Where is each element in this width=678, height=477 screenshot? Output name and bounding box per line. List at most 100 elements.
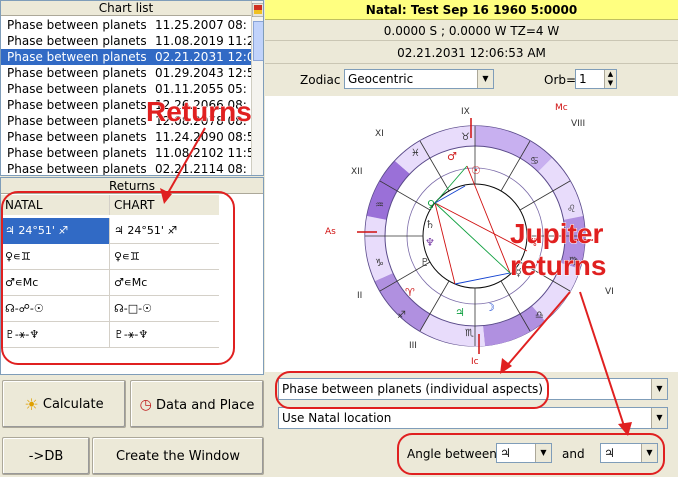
data-and-place-button[interactable]: ◷ Data and Place bbox=[130, 380, 264, 428]
column-chart: CHART bbox=[110, 195, 219, 215]
list-item-name: Phase between planets bbox=[7, 130, 147, 144]
chart-cell[interactable]: ♀∊♊ bbox=[110, 244, 219, 270]
house-label-ii: II bbox=[357, 291, 362, 301]
list-item-date: 11.08.2019 11:2 bbox=[155, 34, 251, 48]
planet-two-select[interactable]: ♃ ▼ bbox=[600, 443, 658, 463]
svg-text:♏: ♏ bbox=[465, 328, 474, 339]
table-row[interactable]: ♀∊♊ ♀∊♊ bbox=[1, 244, 219, 270]
svg-text:♑: ♑ bbox=[375, 258, 384, 269]
list-item-date: 02.21.2114 08: bbox=[155, 162, 247, 176]
mars-glyph: ♂ bbox=[447, 150, 457, 163]
list-item[interactable]: Phase between planets 11.08.2102 11:5 bbox=[1, 145, 251, 161]
table-row[interactable]: ☊-☍-☉ ☊-□-☉ bbox=[1, 296, 219, 322]
list-item[interactable]: Phase between planets 01.11.2055 05: bbox=[1, 81, 251, 97]
planet-two-value: ♃ bbox=[604, 446, 615, 460]
natal-cell[interactable]: ♀∊♊ bbox=[1, 244, 110, 270]
list-item[interactable]: Phase between planets 11.25.2007 08: bbox=[1, 17, 251, 33]
to-db-button[interactable]: ->DB bbox=[2, 437, 90, 475]
phase-select-value: Phase between planets (individual aspect… bbox=[282, 382, 543, 396]
create-window-button[interactable]: Create the Window bbox=[92, 437, 264, 475]
list-item-name: Phase between planets bbox=[7, 146, 147, 160]
list-item-name: Phase between planets bbox=[7, 98, 147, 112]
column-natal: NATAL bbox=[1, 195, 110, 215]
list-item-date: 11.08.2102 11:5 bbox=[155, 146, 251, 160]
flag-icon[interactable] bbox=[252, 3, 264, 17]
calculate-button[interactable]: ☀ Calculate bbox=[2, 380, 126, 428]
chevron-down-icon[interactable]: ▼ bbox=[641, 444, 657, 462]
list-item-date: 02.21.2031 12:0 bbox=[155, 50, 251, 64]
list-item-date: 11.24.2090 08:5 bbox=[155, 130, 251, 144]
list-item-date: 01.11.2055 05: bbox=[155, 82, 247, 96]
angle-between-row: Angle between ♃ ▼ and ♃ ▼ bbox=[400, 437, 668, 471]
list-item-name: Phase between planets bbox=[7, 18, 147, 32]
svg-text:♐: ♐ bbox=[397, 310, 406, 321]
svg-text:♒: ♒ bbox=[375, 200, 384, 211]
table-row[interactable]: ♇-⚹-♆ ♇-⚹-♆ bbox=[1, 322, 219, 348]
house-label-mc: Mc bbox=[555, 103, 568, 113]
returns-annotation: Returns bbox=[146, 96, 253, 128]
location-select-value: Use Natal location bbox=[282, 411, 392, 425]
table-row[interactable]: ♂∊Mc ♂∊Mc bbox=[1, 270, 219, 296]
chart-cell[interactable]: ☊-□-☉ bbox=[110, 296, 219, 322]
natal-cell[interactable]: ♃ 24°51' ♐ bbox=[1, 218, 110, 244]
chevron-down-icon[interactable]: ▼ bbox=[651, 408, 667, 428]
svg-text:♓: ♓ bbox=[411, 148, 420, 159]
chart-list-header: Chart list bbox=[1, 1, 251, 16]
list-item-name: Phase between planets bbox=[7, 50, 147, 64]
list-item-date: 01.29.2043 12:5 bbox=[155, 66, 251, 80]
data-and-place-label: Data and Place bbox=[156, 398, 255, 413]
calculate-label: Calculate bbox=[42, 397, 104, 412]
zodiac-row: Zodiac Geocentric ▼ Orb= 1 ▲ ▼ bbox=[265, 65, 678, 95]
chevron-down-icon[interactable]: ▼ bbox=[651, 379, 667, 399]
chart-cell[interactable]: ♃ 24°51' ♐ bbox=[110, 218, 219, 244]
natal-cell[interactable]: ♇-⚹-♆ bbox=[1, 322, 110, 348]
returns-title: Returns bbox=[1, 178, 263, 194]
clock-icon: ◷ bbox=[139, 397, 152, 413]
svg-text:♌: ♌ bbox=[567, 204, 576, 215]
chevron-down-icon[interactable]: ▼ bbox=[477, 70, 493, 88]
list-item-date: 11.25.2007 08: bbox=[155, 18, 247, 32]
table-row[interactable]: ♃ 24°51' ♐ ♃ 24°51' ♐ bbox=[1, 218, 219, 244]
orb-label: Orb= bbox=[544, 73, 577, 87]
chevron-down-icon[interactable]: ▼ bbox=[535, 444, 551, 462]
phase-select[interactable]: Phase between planets (individual aspect… bbox=[278, 378, 668, 400]
spin-arrows-icon[interactable]: ▲ ▼ bbox=[604, 70, 616, 88]
chart-list-scrollbar[interactable] bbox=[251, 1, 263, 175]
house-label-ix: IX bbox=[461, 107, 470, 117]
zodiac-label: Zodiac bbox=[300, 73, 341, 87]
chart-cell[interactable]: ♇-⚹-♆ bbox=[110, 322, 219, 348]
neptune-glyph: ♆ bbox=[425, 236, 435, 249]
natal-cell[interactable]: ☊-☍-☉ bbox=[1, 296, 110, 322]
list-item[interactable]: Phase between planets 02.21.2114 08: bbox=[1, 161, 251, 176]
list-item-name: Phase between planets bbox=[7, 66, 147, 80]
list-item-name: Phase between planets bbox=[7, 34, 147, 48]
list-item[interactable]: Phase between planets 11.24.2090 08:5 bbox=[1, 129, 251, 145]
jupiter-returns-annotation: Jupiter returns bbox=[509, 218, 607, 282]
svg-text:♋: ♋ bbox=[530, 156, 539, 167]
scrollbar-thumb[interactable] bbox=[253, 21, 263, 61]
chart-cell[interactable]: ♂∊Mc bbox=[110, 270, 219, 296]
moment-readout: 02.21.2031 12:06:53 AM bbox=[265, 42, 678, 64]
planet-one-select[interactable]: ♃ ▼ bbox=[496, 443, 552, 463]
list-item[interactable]: Phase between planets 01.29.2043 12:5 bbox=[1, 65, 251, 81]
location-select[interactable]: Use Natal location ▼ bbox=[278, 407, 668, 429]
orb-stepper[interactable]: 1 ▲ ▼ bbox=[575, 69, 617, 89]
zodiac-select[interactable]: Geocentric ▼ bbox=[344, 69, 494, 89]
and-label: and bbox=[562, 447, 585, 461]
chart-wheel-area[interactable]: ♂ ☉ ♀ ♄ ♆ ♇ ♈ ♃ ☽ ☿ ♅ ♉ ♋ ♌ ♍ ♎ ♏ ♐ ♑ ♒ … bbox=[265, 96, 678, 372]
natal-cell[interactable]: ♂∊Mc bbox=[1, 270, 110, 296]
house-label-vi: VI bbox=[605, 287, 614, 297]
house-label-viii: VIII bbox=[571, 119, 585, 129]
sun-glyph: ☉ bbox=[471, 164, 481, 177]
list-item[interactable]: Phase between planets 11.08.2019 11:2 bbox=[1, 33, 251, 49]
house-label-xii: XII bbox=[351, 167, 362, 177]
chart-wheel[interactable]: ♂ ☉ ♀ ♄ ♆ ♇ ♈ ♃ ☽ ☿ ♅ ♉ ♋ ♌ ♍ ♎ ♏ ♐ ♑ ♒ … bbox=[265, 96, 678, 372]
list-item[interactable]: Phase between planets 02.21.2031 12:0 bbox=[1, 49, 251, 65]
zodiac-select-value: Geocentric bbox=[348, 72, 414, 86]
svg-text:♎: ♎ bbox=[535, 310, 544, 321]
returns-panel: Returns NATAL CHART ♃ 24°51' ♐ ♃ 24°51' … bbox=[0, 177, 264, 375]
svg-text:♉: ♉ bbox=[461, 132, 470, 143]
moon-glyph: ☽ bbox=[485, 301, 495, 314]
house-label-iii: III bbox=[409, 341, 417, 351]
jupiter-glyph: ♃ bbox=[455, 306, 465, 319]
